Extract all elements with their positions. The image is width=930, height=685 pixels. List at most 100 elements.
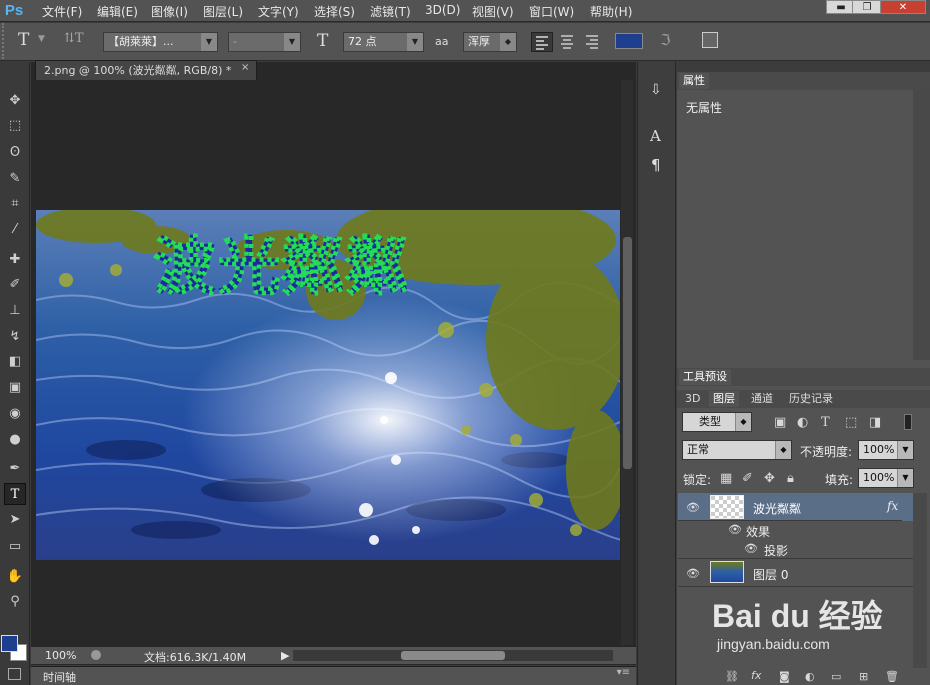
quick-select-tool-icon[interactable]: ✎ bbox=[4, 168, 26, 190]
menu-image[interactable]: 图像(I) bbox=[151, 3, 188, 20]
layer-name[interactable]: 图层 0 bbox=[753, 566, 788, 583]
link-layers-icon[interactable]: ⛓ bbox=[725, 670, 739, 684]
menu-3d[interactable]: 3D(D) bbox=[425, 3, 460, 17]
drop-shadow-effect-row[interactable]: 👁︎ 投影 bbox=[678, 540, 913, 559]
path-select-tool-icon[interactable]: ➤ bbox=[4, 509, 26, 531]
rectangle-tool-icon[interactable]: ▭ bbox=[4, 536, 26, 558]
menu-edit[interactable]: 编辑(E) bbox=[97, 3, 138, 20]
add-mask-icon[interactable]: ◙ bbox=[779, 670, 790, 684]
properties-scrollbar[interactable] bbox=[913, 90, 930, 360]
zoom-tool-icon[interactable]: ⚲ bbox=[4, 591, 26, 613]
foreground-color-swatch[interactable] bbox=[1, 635, 18, 652]
properties-tab[interactable]: 属性 bbox=[679, 73, 709, 89]
filter-toggle[interactable] bbox=[904, 414, 912, 430]
layer-row-text[interactable]: 👁︎ 波光粼粼 fx bbox=[678, 493, 913, 521]
restore-button[interactable]: ❐ bbox=[852, 0, 882, 14]
character-panel-icon[interactable]: A bbox=[650, 127, 661, 145]
canvas-image[interactable]: 波光粼粼 bbox=[36, 210, 620, 560]
blur-tool-icon[interactable]: ◉ bbox=[4, 403, 26, 425]
layer-filter-kind[interactable]: 类型 ◆ bbox=[682, 412, 752, 432]
tab-3d[interactable]: 3D bbox=[681, 391, 704, 407]
move-tool-icon[interactable]: ✥ bbox=[4, 90, 26, 112]
tool-presets-tab[interactable]: 工具预设 bbox=[679, 369, 731, 385]
hand-tool-icon[interactable]: ✋ bbox=[4, 566, 26, 588]
visibility-eye-icon[interactable]: 👁︎ bbox=[686, 567, 700, 580]
smart-object-filter-icon[interactable]: ◨ bbox=[869, 416, 881, 430]
zoom-level[interactable]: 100% bbox=[45, 649, 76, 662]
visibility-eye-icon[interactable]: 👁︎ bbox=[744, 542, 758, 555]
menu-type[interactable]: 文字(Y) bbox=[258, 3, 299, 20]
panel-menu-icon[interactable]: ▾≡ bbox=[617, 667, 630, 678]
antialias-select[interactable]: 浑厚 ◆ bbox=[463, 32, 517, 52]
blend-mode-select[interactable]: 正常 ◆ bbox=[682, 440, 792, 460]
menu-select[interactable]: 选择(S) bbox=[314, 3, 355, 20]
visibility-eye-icon[interactable]: 👁︎ bbox=[728, 523, 742, 536]
lock-all-icon[interactable]: 🔒︎ bbox=[787, 472, 794, 486]
adjustment-layer-icon[interactable]: ◐ bbox=[805, 670, 815, 684]
type-tool-icon[interactable]: T bbox=[18, 30, 29, 50]
document-tab[interactable]: 2.png @ 100% (波光粼粼, RGB/8) * bbox=[35, 60, 257, 80]
dodge-tool-icon[interactable]: ● bbox=[4, 429, 26, 451]
new-layer-icon[interactable]: ⊞ bbox=[859, 670, 868, 684]
font-style-select[interactable]: - ▼ bbox=[228, 32, 301, 52]
new-group-icon[interactable]: ▭ bbox=[831, 670, 841, 684]
layer-fx-badge[interactable]: fx bbox=[887, 499, 898, 513]
tab-channels[interactable]: 通道 bbox=[747, 391, 777, 407]
status-menu-arrow[interactable]: ▶ bbox=[281, 649, 289, 662]
shape-layer-filter-icon[interactable]: ⬚ bbox=[845, 416, 857, 430]
lock-image-icon[interactable]: ✐ bbox=[742, 472, 753, 486]
font-family-select[interactable]: 【胡萊萊】... ▼ bbox=[103, 32, 218, 52]
visibility-eye-icon[interactable]: 👁︎ bbox=[686, 501, 700, 514]
lasso-tool-icon[interactable]: ʘ bbox=[4, 142, 26, 164]
layer-effects-row[interactable]: 👁︎ 效果 bbox=[678, 521, 913, 540]
opacity-input[interactable]: 100% ▼ bbox=[858, 440, 914, 460]
menu-filter[interactable]: 滤镜(T) bbox=[370, 3, 411, 20]
align-center-button[interactable] bbox=[557, 32, 579, 52]
layer-row-image[interactable]: 👁︎ 图层 0 bbox=[678, 559, 913, 587]
vertical-scroll-thumb[interactable] bbox=[623, 237, 632, 469]
crop-tool-icon[interactable]: ⌗ bbox=[4, 193, 26, 215]
tab-layers[interactable]: 图层 bbox=[709, 391, 739, 407]
pen-tool-icon[interactable]: ✒ bbox=[4, 458, 26, 480]
panel-collapse-strip[interactable] bbox=[677, 62, 930, 72]
marquee-tool-icon[interactable]: ⬚ bbox=[4, 115, 26, 137]
close-window-button[interactable]: ✕ bbox=[880, 0, 926, 14]
text-color-swatch[interactable] bbox=[615, 33, 643, 49]
timeline-tab[interactable]: 时间轴 bbox=[43, 669, 76, 685]
pixel-layer-filter-icon[interactable]: ▣ bbox=[774, 416, 786, 430]
layers-scrollbar[interactable] bbox=[913, 493, 927, 668]
menu-help[interactable]: 帮助(H) bbox=[590, 3, 632, 20]
layer-expand-toggle[interactable] bbox=[902, 493, 913, 521]
menu-window[interactable]: 窗口(W) bbox=[529, 3, 574, 20]
history-brush-tool-icon[interactable]: ↯ bbox=[4, 326, 26, 348]
lock-transparent-icon[interactable]: ▦ bbox=[720, 472, 732, 486]
quick-mask-icon[interactable] bbox=[8, 668, 21, 680]
horizontal-scroll-thumb[interactable] bbox=[401, 651, 505, 660]
font-size-select[interactable]: 72 点 ▼ bbox=[343, 32, 424, 52]
paragraph-panel-icon[interactable]: ¶ bbox=[651, 156, 661, 174]
lock-position-icon[interactable]: ✥ bbox=[764, 472, 775, 486]
menu-view[interactable]: 视图(V) bbox=[472, 3, 514, 20]
align-left-button[interactable] bbox=[531, 32, 553, 52]
clone-stamp-tool-icon[interactable]: ⊥ bbox=[4, 300, 26, 322]
text-orientation-icon[interactable]: ⇅T bbox=[64, 31, 84, 46]
fill-input[interactable]: 100% ▼ bbox=[858, 468, 914, 488]
brush-tool-icon[interactable]: ✐ bbox=[4, 274, 26, 296]
gradient-tool-icon[interactable]: ▣ bbox=[4, 377, 26, 399]
eyedropper-tool-icon[interactable]: ⁄ bbox=[4, 219, 26, 241]
history-panel-icon[interactable]: ⇩ bbox=[650, 82, 662, 98]
character-panel-icon[interactable] bbox=[702, 32, 718, 48]
add-style-icon[interactable]: fx bbox=[751, 669, 761, 683]
document-close-button[interactable]: × bbox=[241, 62, 249, 73]
eraser-tool-icon[interactable]: ◧ bbox=[4, 351, 26, 373]
tool-preset-dropdown-icon[interactable]: ▼ bbox=[38, 34, 45, 44]
healing-brush-tool-icon[interactable]: ✚ bbox=[4, 249, 26, 271]
align-right-button[interactable] bbox=[582, 32, 604, 52]
warp-text-icon[interactable]: ℑ bbox=[660, 31, 670, 49]
layer-name[interactable]: 波光粼粼 bbox=[753, 500, 801, 517]
menu-file[interactable]: 文件(F) bbox=[42, 3, 82, 20]
type-tool-active-icon[interactable]: T bbox=[4, 483, 26, 505]
share-icon[interactable] bbox=[91, 650, 101, 660]
tab-history[interactable]: 历史记录 bbox=[785, 391, 837, 407]
adjustment-layer-filter-icon[interactable]: ◐ bbox=[797, 416, 808, 430]
